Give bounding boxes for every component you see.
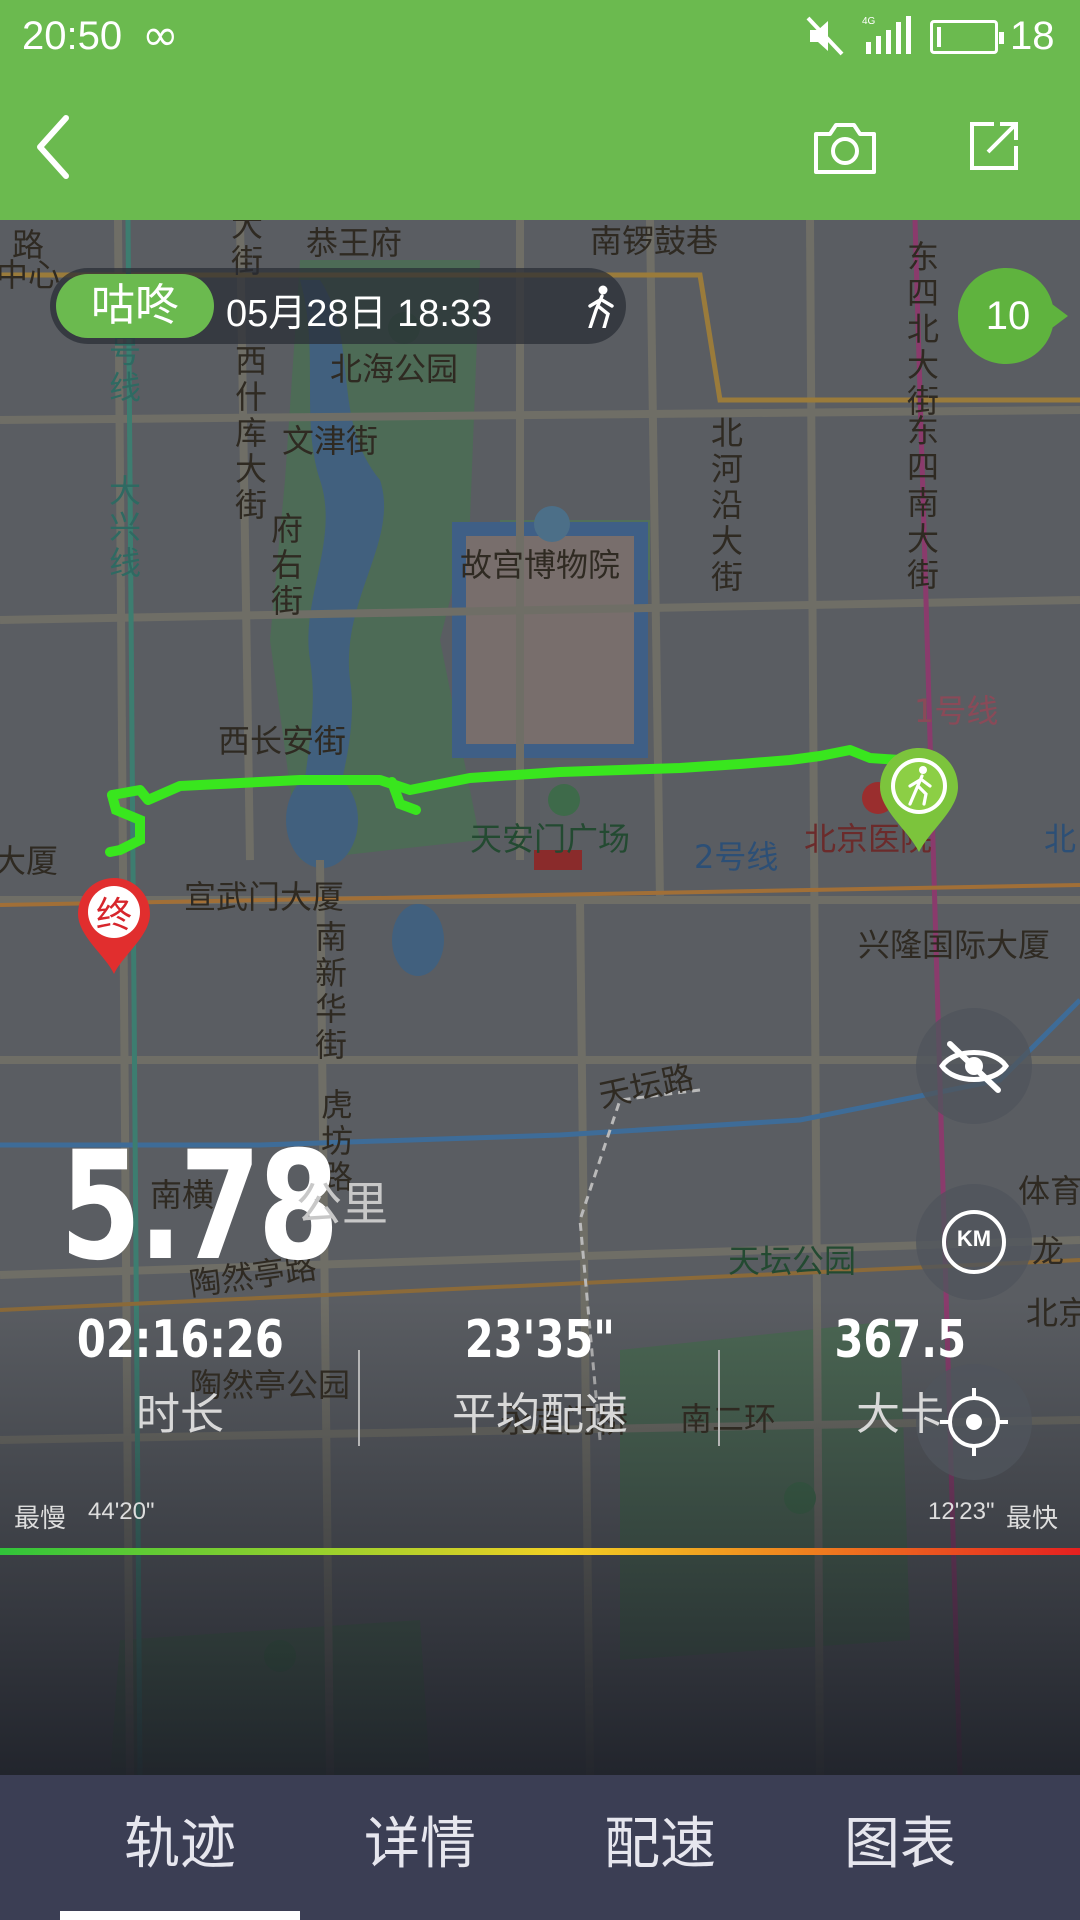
eye-hidden-icon bbox=[938, 1041, 1010, 1093]
fastest-label: 最快 bbox=[1006, 1504, 1059, 1534]
map-label: 北河沿大街 bbox=[706, 416, 744, 596]
map-label: 北 bbox=[1044, 820, 1077, 858]
app-header bbox=[0, 72, 1080, 220]
map-label: 文津街 bbox=[282, 422, 379, 460]
battery-level: 18 bbox=[1010, 14, 1055, 58]
stat-calories: 367.5 大卡 bbox=[720, 1310, 1080, 1442]
calories-label: 大卡 bbox=[856, 1389, 944, 1440]
status-bar: 20:50 ∞ 4G 18 bbox=[0, 0, 1080, 72]
slowest-label: 最慢 bbox=[14, 1504, 67, 1534]
svg-text:4G: 4G bbox=[862, 16, 876, 27]
tab-charts[interactable]: 图表 bbox=[780, 1775, 1020, 1920]
map-label: 南锣鼓巷 bbox=[590, 222, 719, 260]
camera-icon[interactable] bbox=[812, 120, 878, 176]
map-label: 中心 bbox=[0, 256, 61, 294]
tab-track[interactable]: 轨迹 bbox=[60, 1775, 300, 1920]
stat-duration: 02:16:26 时长 bbox=[0, 1310, 360, 1442]
map-label: 1号线 bbox=[914, 692, 999, 730]
share-icon[interactable] bbox=[966, 118, 1022, 174]
pace-gradient-bar bbox=[0, 1548, 1080, 1555]
record-info-pill: 咕咚 05月28日 18:33 bbox=[50, 268, 626, 344]
active-tab-indicator bbox=[60, 1911, 300, 1920]
pace-label: 平均配速 bbox=[452, 1389, 628, 1440]
duration-label: 时长 bbox=[136, 1389, 224, 1440]
stat-divider bbox=[358, 1350, 360, 1446]
map-label: 恭王府 bbox=[306, 224, 403, 262]
signal-icon: 4G bbox=[862, 16, 911, 54]
map-label: 天坛公园 bbox=[728, 1242, 857, 1280]
map-label: 北海公园 bbox=[330, 350, 459, 388]
map-label: 东四北大街 bbox=[902, 240, 940, 420]
stat-pace: 23'35" 平均配速 bbox=[360, 1310, 720, 1442]
map-label: 西什库大街 bbox=[230, 344, 268, 524]
battery-icon bbox=[930, 20, 1004, 54]
tab-details[interactable]: 详情 bbox=[300, 1775, 540, 1920]
slowest-value: 44'20" bbox=[88, 1498, 155, 1525]
km-markers-button[interactable]: KM bbox=[916, 1184, 1032, 1300]
distance-unit: 公里 bbox=[296, 1177, 388, 1231]
distance-value: 5.78 bbox=[60, 1120, 339, 1294]
infinity-icon: ∞ bbox=[142, 10, 179, 61]
count-badge[interactable]: 10 bbox=[958, 268, 1068, 364]
map-label: 南新华街 bbox=[310, 920, 348, 1064]
map-label: 故宫博物院 bbox=[460, 546, 621, 584]
map-label: 东四南大街 bbox=[902, 414, 940, 594]
tab-bar: 轨迹 详情 配速 图表 bbox=[0, 1775, 1080, 1920]
map-label: 兴隆国际大厦 bbox=[858, 926, 1051, 964]
map-label: 宣武门大厦 bbox=[184, 878, 345, 916]
count-value: 10 bbox=[985, 294, 1031, 338]
end-marker[interactable]: 终 bbox=[76, 876, 152, 976]
mute-icon bbox=[806, 16, 844, 56]
track-map[interactable]: 恭王府 南锣鼓巷 路 中心 大街 西什库大街 4号线 大兴线 北海公园 文津街 … bbox=[0, 220, 1080, 1775]
map-label: 西长安街 bbox=[218, 722, 347, 760]
record-datetime: 05月28日 18:33 bbox=[226, 293, 493, 335]
map-label: 大厦 bbox=[0, 842, 59, 880]
stats-row: 02:16:26 时长 23'35" 平均配速 367.5 大卡 bbox=[0, 1310, 1080, 1460]
hide-overlay-button[interactable] bbox=[916, 1008, 1032, 1124]
calories-value: 367.5 bbox=[834, 1310, 966, 1370]
tab-pace[interactable]: 配速 bbox=[540, 1775, 780, 1920]
walking-icon bbox=[588, 285, 614, 328]
map-label: 天安门广场 bbox=[470, 820, 631, 858]
status-time: 20:50 bbox=[22, 14, 123, 58]
stat-divider bbox=[718, 1350, 720, 1446]
fastest-value: 12'23" bbox=[928, 1498, 995, 1525]
pace-value: 23'35" bbox=[464, 1310, 616, 1370]
walking-pin-icon bbox=[880, 748, 958, 852]
start-marker[interactable] bbox=[878, 746, 960, 854]
map-label: 2号线 bbox=[694, 838, 779, 876]
back-arrow-icon[interactable] bbox=[32, 112, 76, 182]
km-label: KM bbox=[956, 1226, 992, 1251]
map-label: 龙 bbox=[1032, 1232, 1065, 1270]
end-marker-label: 终 bbox=[95, 895, 132, 936]
user-name-badge: 咕咚 bbox=[56, 274, 214, 338]
duration-value: 02:16:26 bbox=[76, 1310, 284, 1370]
map-label: 府右街 bbox=[266, 512, 304, 620]
pace-range: 最慢 44'20" 12'23" 最快 bbox=[0, 1494, 1080, 1534]
map-label: 大兴线 bbox=[104, 474, 142, 582]
